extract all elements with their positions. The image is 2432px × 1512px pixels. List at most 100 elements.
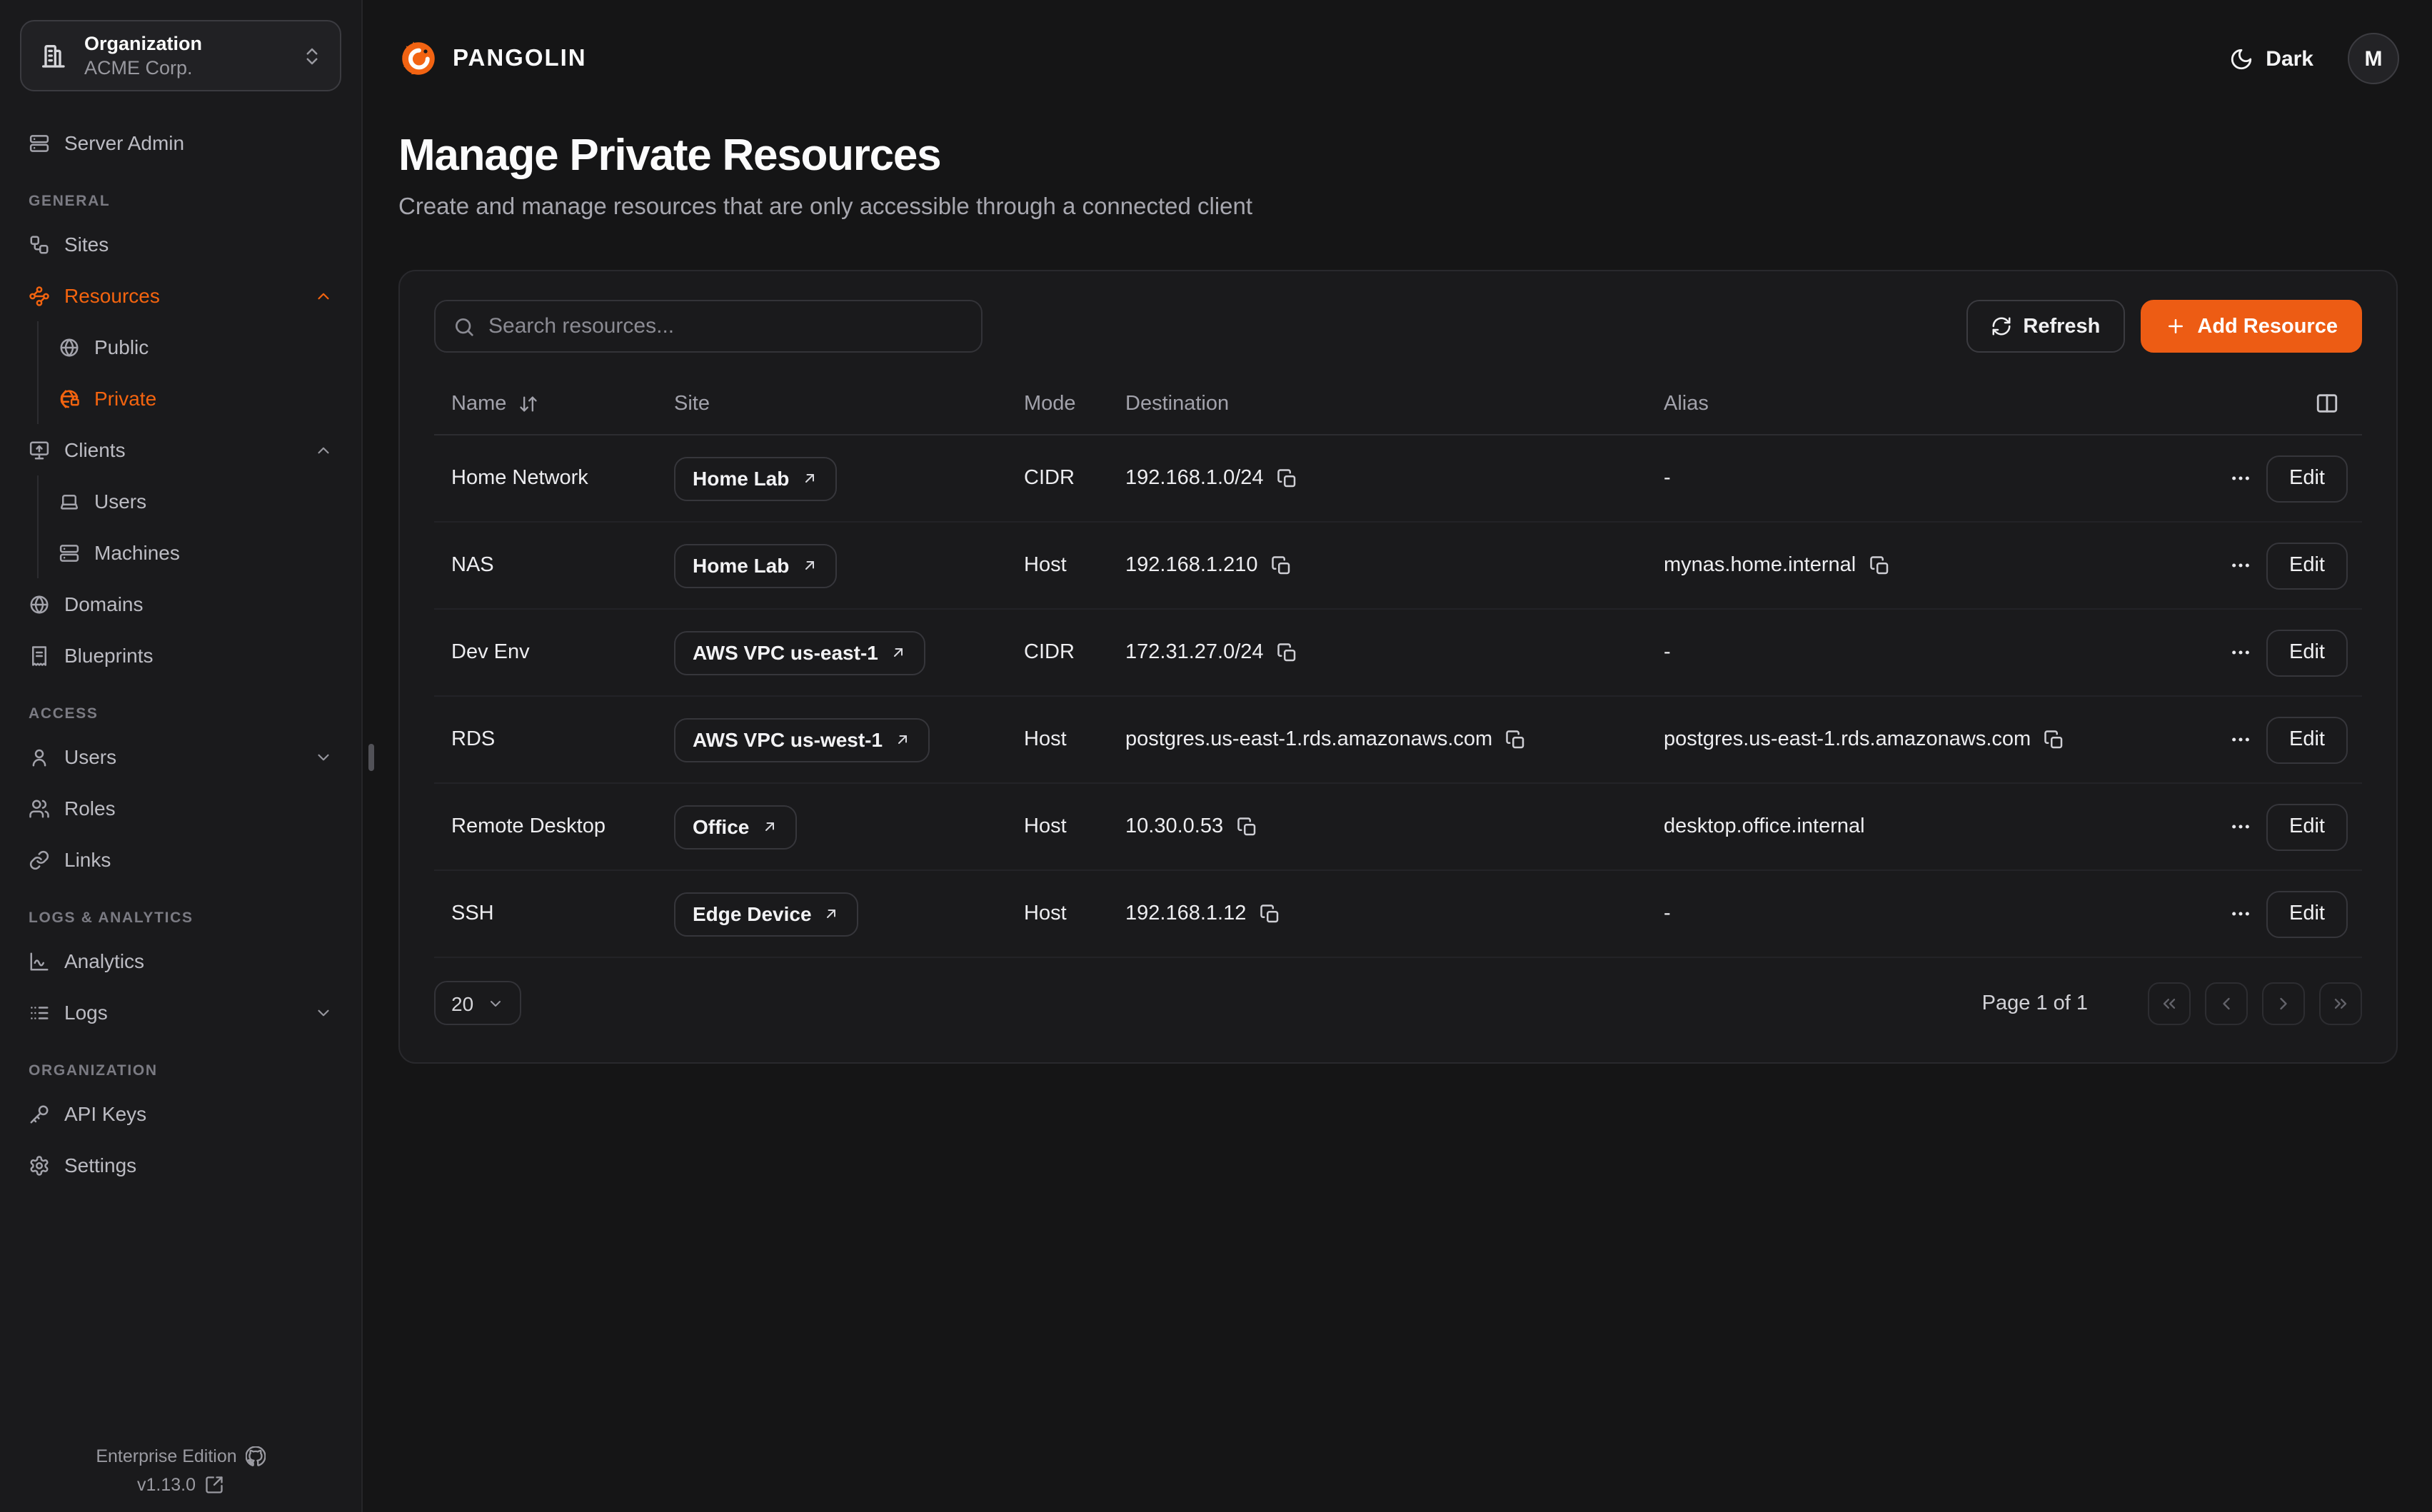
row-actions-menu-button[interactable] xyxy=(2226,725,2255,754)
search-input[interactable] xyxy=(488,314,964,338)
arrow-up-right-icon xyxy=(890,644,907,661)
page-size-value: 20 xyxy=(451,992,473,1014)
edition-label: Enterprise Edition xyxy=(96,1446,236,1466)
sidebar-item-sites[interactable]: Sites xyxy=(20,218,341,270)
sidebar-item-server-admin[interactable]: Server Admin xyxy=(20,117,341,168)
edit-button[interactable]: Edit xyxy=(2266,716,2348,763)
table-row: SSH Edge Device Host 192.168.1.12 - xyxy=(434,871,2362,958)
cell-mode: Host xyxy=(1007,902,1108,925)
page-subtitle: Create and manage resources that are onl… xyxy=(398,194,2399,221)
copy-destination-button[interactable] xyxy=(1277,642,1298,663)
pagination: Page 1 of 1 xyxy=(1982,982,2362,1024)
chevron-left-icon xyxy=(2216,993,2236,1013)
cell-alias: mynas.home.internal xyxy=(1664,554,1856,577)
sidebar-item-settings[interactable]: Settings xyxy=(20,1139,341,1191)
copy-icon xyxy=(1505,729,1527,750)
edit-button[interactable]: Edit xyxy=(2266,890,2348,937)
row-actions-menu-button[interactable] xyxy=(2226,551,2255,580)
row-actions-menu-button[interactable] xyxy=(2226,812,2255,841)
table-header-row: Name Site Mode Destination Alias xyxy=(434,373,2362,435)
sidebar-item-blueprints[interactable]: Blueprints xyxy=(20,630,341,681)
copy-destination-button[interactable] xyxy=(1259,903,1280,924)
org-selector-label: Organization xyxy=(84,31,284,56)
copy-alias-button[interactable] xyxy=(2044,729,2065,750)
main-content: PANGOLIN Dark M Manage Private Resources… xyxy=(363,0,2432,1512)
row-actions-menu-button[interactable] xyxy=(2226,464,2255,493)
cell-destination: postgres.us-east-1.rds.amazonaws.com xyxy=(1125,728,1492,751)
table-row: Dev Env AWS VPC us-east-1 CIDR 172.31.27… xyxy=(434,610,2362,697)
sidebar-item-public[interactable]: Public xyxy=(59,321,341,373)
sidebar-item-domains[interactable]: Domains xyxy=(20,578,341,630)
row-actions-menu-button[interactable] xyxy=(2226,638,2255,667)
cell-destination: 192.168.1.0/24 xyxy=(1125,467,1264,490)
copy-destination-button[interactable] xyxy=(1277,468,1298,489)
plus-icon xyxy=(2164,316,2186,337)
edit-button[interactable]: Edit xyxy=(2266,629,2348,676)
sidebar-item-analytics[interactable]: Analytics xyxy=(20,935,341,987)
refresh-button[interactable]: Refresh xyxy=(1966,300,2124,353)
version-line[interactable]: v1.13.0 xyxy=(0,1475,361,1495)
ellipsis-icon xyxy=(2229,902,2252,925)
chevron-up-icon xyxy=(314,440,333,459)
cell-alias: - xyxy=(1647,467,2168,490)
site-link-button[interactable]: AWS VPC us-east-1 xyxy=(674,630,925,675)
resources-table: Name Site Mode Destination Alias Ho xyxy=(434,373,2362,1025)
site-link-button[interactable]: Home Lab xyxy=(674,456,836,500)
org-selector[interactable]: Organization ACME Corp. xyxy=(20,20,341,91)
cell-mode: Host xyxy=(1007,554,1108,577)
theme-toggle[interactable]: Dark xyxy=(2229,46,2313,71)
column-header-alias: Alias xyxy=(1647,392,2168,415)
site-link-button[interactable]: AWS VPC us-west-1 xyxy=(674,717,930,762)
server-icon xyxy=(59,542,80,563)
copy-icon xyxy=(1277,468,1298,489)
last-page-button[interactable] xyxy=(2319,982,2362,1024)
edit-button[interactable]: Edit xyxy=(2266,803,2348,850)
workflow-icon xyxy=(29,233,50,255)
copy-destination-button[interactable] xyxy=(1505,729,1527,750)
copy-destination-button[interactable] xyxy=(1270,555,1292,576)
sidebar-item-users[interactable]: Users xyxy=(20,731,341,782)
row-actions-menu-button[interactable] xyxy=(2226,899,2255,928)
sidebar-item-label: Logs xyxy=(64,1001,108,1024)
edit-button[interactable]: Edit xyxy=(2266,542,2348,589)
copy-alias-button[interactable] xyxy=(1869,555,1890,576)
waypoints-icon xyxy=(29,285,50,306)
refresh-button-label: Refresh xyxy=(2023,315,2100,338)
copy-destination-button[interactable] xyxy=(1236,816,1257,837)
user-icon xyxy=(29,746,50,767)
column-visibility-button[interactable] xyxy=(2309,385,2345,421)
first-page-button[interactable] xyxy=(2148,982,2191,1024)
site-link-button[interactable]: Office xyxy=(674,805,796,849)
cell-alias: postgres.us-east-1.rds.amazonaws.com xyxy=(1664,728,2031,751)
chevrons-left-icon xyxy=(2159,993,2179,1013)
user-avatar[interactable]: M xyxy=(2348,33,2399,84)
prev-page-button[interactable] xyxy=(2205,982,2248,1024)
page-size-select[interactable]: 20 xyxy=(434,981,521,1025)
sidebar-item-machines[interactable]: Machines xyxy=(59,527,341,578)
cell-mode: Host xyxy=(1007,815,1108,838)
sidebar-item-links[interactable]: Links xyxy=(20,834,341,885)
arrow-up-right-icon xyxy=(760,818,778,835)
column-header-name[interactable]: Name xyxy=(434,392,657,415)
sidebar-item-label: Domains xyxy=(64,593,144,615)
next-page-button[interactable] xyxy=(2262,982,2305,1024)
org-selector-value: ACME Corp. xyxy=(84,56,284,80)
edition-line[interactable]: Enterprise Edition xyxy=(0,1446,361,1466)
sidebar-item-client-users[interactable]: Users xyxy=(59,475,341,527)
add-resource-button[interactable]: Add Resource xyxy=(2140,300,2362,353)
sidebar-item-resources[interactable]: Resources xyxy=(20,270,341,321)
sidebar-item-logs[interactable]: Logs xyxy=(20,987,341,1038)
sidebar-item-label: API Keys xyxy=(64,1102,146,1125)
site-link-button[interactable]: Edge Device xyxy=(674,892,859,936)
edit-button[interactable]: Edit xyxy=(2266,455,2348,502)
sidebar-item-roles[interactable]: Roles xyxy=(20,782,341,834)
site-link-button[interactable]: Home Lab xyxy=(674,543,836,588)
sidebar-item-clients[interactable]: Clients xyxy=(20,424,341,475)
sidebar-item-api-keys[interactable]: API Keys xyxy=(20,1088,341,1139)
server-icon xyxy=(29,132,50,153)
chevron-down-icon xyxy=(314,1003,333,1022)
sidebar-item-private[interactable]: Private xyxy=(59,373,341,424)
table-footer: 20 Page 1 of 1 xyxy=(434,981,2362,1025)
brand-logo[interactable]: PANGOLIN xyxy=(398,39,587,79)
cell-mode: Host xyxy=(1007,728,1108,751)
